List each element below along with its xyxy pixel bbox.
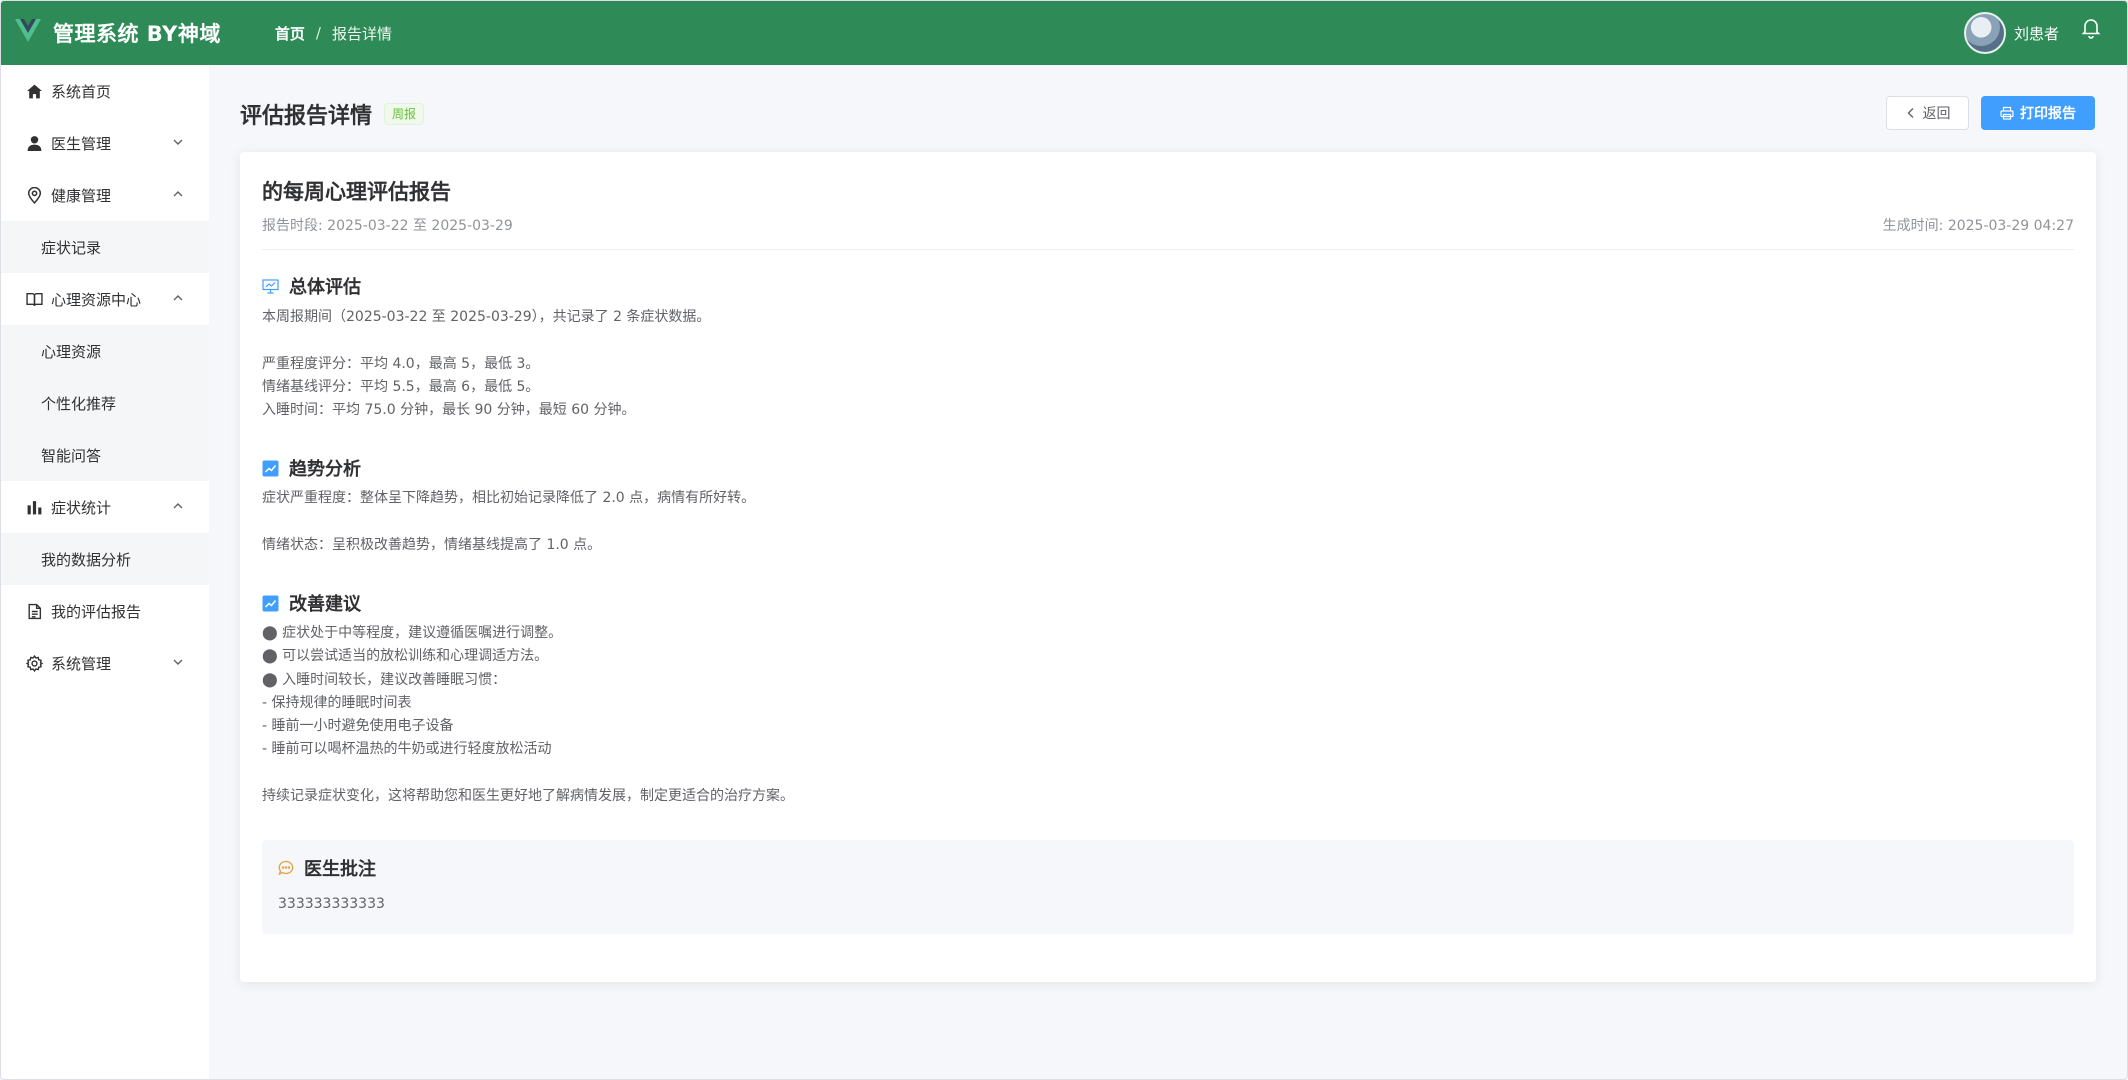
generated-time: 生成时间: 2025-03-29 04:27	[1882, 218, 2074, 234]
document-icon	[25, 602, 43, 620]
bell-icon[interactable]	[2081, 18, 2101, 43]
report-period: 报告时段: 2025-03-22 至 2025-03-29	[262, 218, 513, 234]
report-title: 的每周心理评估报告	[262, 180, 451, 204]
section-title-overall: 总体评估	[262, 273, 361, 299]
report-type-tag: 周报	[384, 103, 425, 125]
sidebar-item-my-data-analysis[interactable]: 我的数据分析	[1, 533, 209, 585]
app-window: 管理系统 BY神域 首页 / 报告详情 刘患者 系统首页 医生管理 健康管理 症…	[0, 0, 2128, 1080]
bar-chart-icon	[25, 498, 43, 516]
sidebar-item-my-reports[interactable]: 我的评估报告	[1, 585, 209, 637]
divider	[262, 249, 2074, 250]
avatar[interactable]	[1963, 12, 2006, 54]
trend-chart-icon	[262, 595, 279, 612]
section-title-text: 总体评估	[289, 277, 361, 298]
chevron-down-icon	[173, 659, 183, 665]
user-icon	[25, 134, 43, 152]
doctor-note-title: 医生批注	[278, 855, 376, 881]
sidebar-item-symptom-statistics[interactable]: 症状统计	[1, 481, 209, 533]
chat-bubble-icon	[278, 860, 294, 876]
back-button-label: 返回	[1922, 106, 1951, 122]
sidebar-item-doctor-management[interactable]: 医生管理	[1, 117, 209, 169]
doctor-note-box: 医生批注 333333333333	[262, 840, 2074, 934]
section-title-advice: 改善建议	[262, 590, 361, 616]
chevron-left-icon	[1907, 108, 1913, 118]
sidebar-item-label: 医生管理	[51, 134, 112, 153]
app-title: 管理系统 BY神域	[53, 22, 221, 46]
trend-chart-icon	[262, 460, 279, 477]
section-title-text: 改善建议	[289, 594, 361, 615]
doctor-note-title-text: 医生批注	[304, 859, 376, 880]
overall-assessment-text: 本周报期间（2025-03-22 至 2025-03-29），共记录了 2 条症…	[262, 309, 711, 419]
main-content: 评估报告详情 周报 返回 打印报告 的每周心理评估报告 报告时段: 2025-0…	[209, 65, 2127, 1079]
chevron-down-icon	[173, 139, 183, 145]
sidebar-item-smart-qa[interactable]: 智能问答	[1, 429, 209, 481]
home-icon	[25, 82, 43, 100]
user-area: 刘患者	[1963, 1, 2101, 65]
book-icon	[25, 290, 43, 308]
app-logo[interactable]: 管理系统 BY神域	[15, 18, 221, 48]
report-card: 的每周心理评估报告 报告时段: 2025-03-22 至 2025-03-29 …	[240, 152, 2096, 982]
sidebar-item-psych-resource-center[interactable]: 心理资源中心	[1, 273, 209, 325]
sidebar-item-label: 症状统计	[51, 498, 112, 517]
chevron-up-icon	[173, 191, 183, 197]
sidebar-item-label: 我的评估报告	[51, 602, 142, 621]
back-button[interactable]: 返回	[1886, 96, 1969, 130]
vue-logo-icon	[15, 19, 41, 47]
print-button-label: 打印报告	[2020, 106, 2076, 122]
breadcrumb: 首页 / 报告详情	[275, 23, 392, 44]
page-title: 评估报告详情	[240, 104, 373, 129]
settings-icon	[25, 654, 43, 672]
trend-analysis-text: 症状严重程度：整体呈下降趋势，相比初始记录降低了 2.0 点，病情有所好转。 情…	[262, 490, 756, 553]
chevron-up-icon	[173, 503, 183, 509]
sidebar-item-health-management[interactable]: 健康管理	[1, 169, 209, 221]
print-report-button[interactable]: 打印报告	[1981, 96, 2095, 130]
section-title-trend: 趋势分析	[262, 455, 361, 481]
doctor-note-content: 333333333333	[278, 896, 385, 912]
sidebar-item-label: 系统首页	[51, 82, 112, 101]
printer-icon	[2000, 106, 2014, 120]
sidebar-item-personalized-recommendation[interactable]: 个性化推荐	[1, 377, 209, 429]
sidebar-item-system-management[interactable]: 系统管理	[1, 637, 209, 689]
username[interactable]: 刘患者	[2014, 23, 2059, 44]
improvement-advice-text: ⬤ 症状处于中等程度，建议遵循医嘱进行调整。 ⬤ 可以尝试适当的放松训练和心理调…	[262, 625, 794, 805]
breadcrumb-current: 报告详情	[331, 24, 392, 43]
sidebar-item-home[interactable]: 系统首页	[1, 65, 209, 117]
page-header: 评估报告详情 周报	[240, 98, 425, 130]
presentation-chart-icon	[262, 278, 279, 295]
sidebar: 系统首页 医生管理 健康管理 症状记录 心理资源中心 心理资源 个性化推荐 智能…	[1, 65, 209, 1079]
top-header: 管理系统 BY神域 首页 / 报告详情 刘患者	[1, 1, 2127, 65]
sidebar-item-symptom-records[interactable]: 症状记录	[1, 221, 209, 273]
sidebar-item-label: 系统管理	[51, 654, 112, 673]
sidebar-item-psych-resources[interactable]: 心理资源	[1, 325, 209, 377]
chevron-up-icon	[173, 295, 183, 301]
sidebar-item-label: 心理资源中心	[51, 290, 142, 309]
sidebar-item-label: 健康管理	[51, 186, 112, 205]
breadcrumb-home[interactable]: 首页	[275, 23, 305, 44]
location-icon	[25, 186, 43, 204]
section-title-text: 趋势分析	[289, 459, 361, 480]
breadcrumb-separator: /	[315, 24, 321, 42]
